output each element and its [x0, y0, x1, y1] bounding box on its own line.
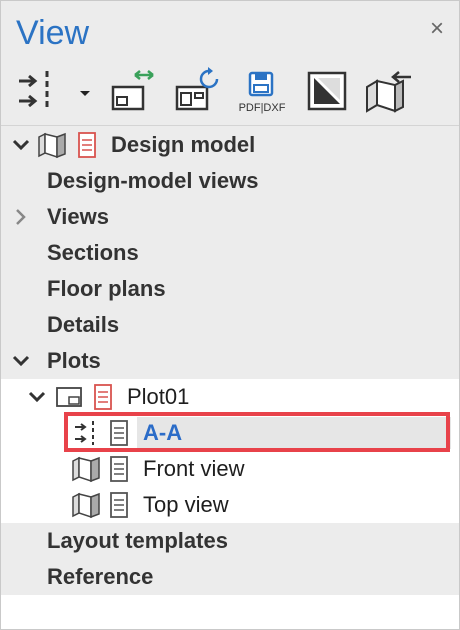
tree-label: Plot01 — [127, 384, 190, 409]
chevron-right-icon[interactable] — [11, 207, 31, 227]
tree-node-layout-templates[interactable]: Layout templates — [1, 523, 459, 559]
document-icon — [109, 491, 129, 519]
plot-layout-icon — [55, 383, 83, 411]
tree-node-front-view[interactable]: Front view — [1, 451, 459, 487]
document-icon — [109, 455, 129, 483]
chevron-down-icon[interactable] — [27, 387, 47, 407]
tree-node-design-model-views[interactable]: Design-model views — [1, 163, 459, 199]
tree-node-details[interactable]: Details — [1, 307, 459, 343]
tree-label: Design model — [111, 132, 256, 157]
model-view-icon — [71, 455, 103, 483]
tree-label: Reference — [47, 564, 154, 589]
tree-node-plot01[interactable]: Plot01 — [1, 379, 459, 415]
tree-node-plots[interactable]: Plots — [1, 343, 459, 379]
tree-label: Layout templates — [47, 528, 228, 553]
tree-node-views[interactable]: Views — [1, 199, 459, 235]
chevron-down-icon[interactable] — [11, 135, 31, 155]
tree-label: Sections — [47, 240, 139, 265]
title-bar: View × — [1, 1, 459, 61]
tree-node-reference[interactable]: Reference — [1, 559, 459, 595]
chevron-down-icon[interactable] — [11, 351, 31, 371]
svg-text:PDF|DXF: PDF|DXF — [239, 102, 286, 114]
layout-swap-icon[interactable] — [109, 67, 157, 115]
tree-node-design-model[interactable]: Design model — [1, 127, 459, 163]
export-pdf-dxf-icon[interactable]: PDF|DXF — [235, 67, 289, 115]
render-toggle-icon[interactable] — [303, 67, 351, 115]
model-icon — [37, 131, 69, 159]
tree-node-floor-plans[interactable]: Floor plans — [1, 271, 459, 307]
dropdown-arrow-icon[interactable] — [75, 83, 95, 103]
panel-title: View — [16, 14, 90, 52]
model-import-icon[interactable] — [365, 67, 413, 115]
tree-label: Floor plans — [47, 276, 166, 301]
document-icon — [77, 131, 97, 159]
tree-node-sections[interactable]: Sections — [1, 235, 459, 271]
tree-label: Top view — [143, 492, 229, 517]
model-view-icon — [71, 491, 103, 519]
tree-label: Views — [47, 204, 109, 229]
tree-label: Design-model views — [47, 168, 259, 193]
toolbar: PDF|DXF — [1, 61, 459, 126]
annotation-highlight — [64, 412, 450, 452]
view-panel: View × PDF|DXF Design model Design-model… — [0, 0, 460, 630]
close-icon[interactable]: × — [425, 17, 449, 41]
tree-label: Details — [47, 312, 120, 337]
document-icon — [93, 383, 113, 411]
tree-label: Front view — [143, 456, 245, 481]
layout-refresh-icon[interactable] — [173, 67, 221, 115]
section-cut-icon[interactable] — [15, 67, 63, 115]
tree-node-top-view[interactable]: Top view — [1, 487, 459, 523]
empty-area — [1, 595, 459, 629]
tree-label: Plots — [47, 348, 101, 373]
